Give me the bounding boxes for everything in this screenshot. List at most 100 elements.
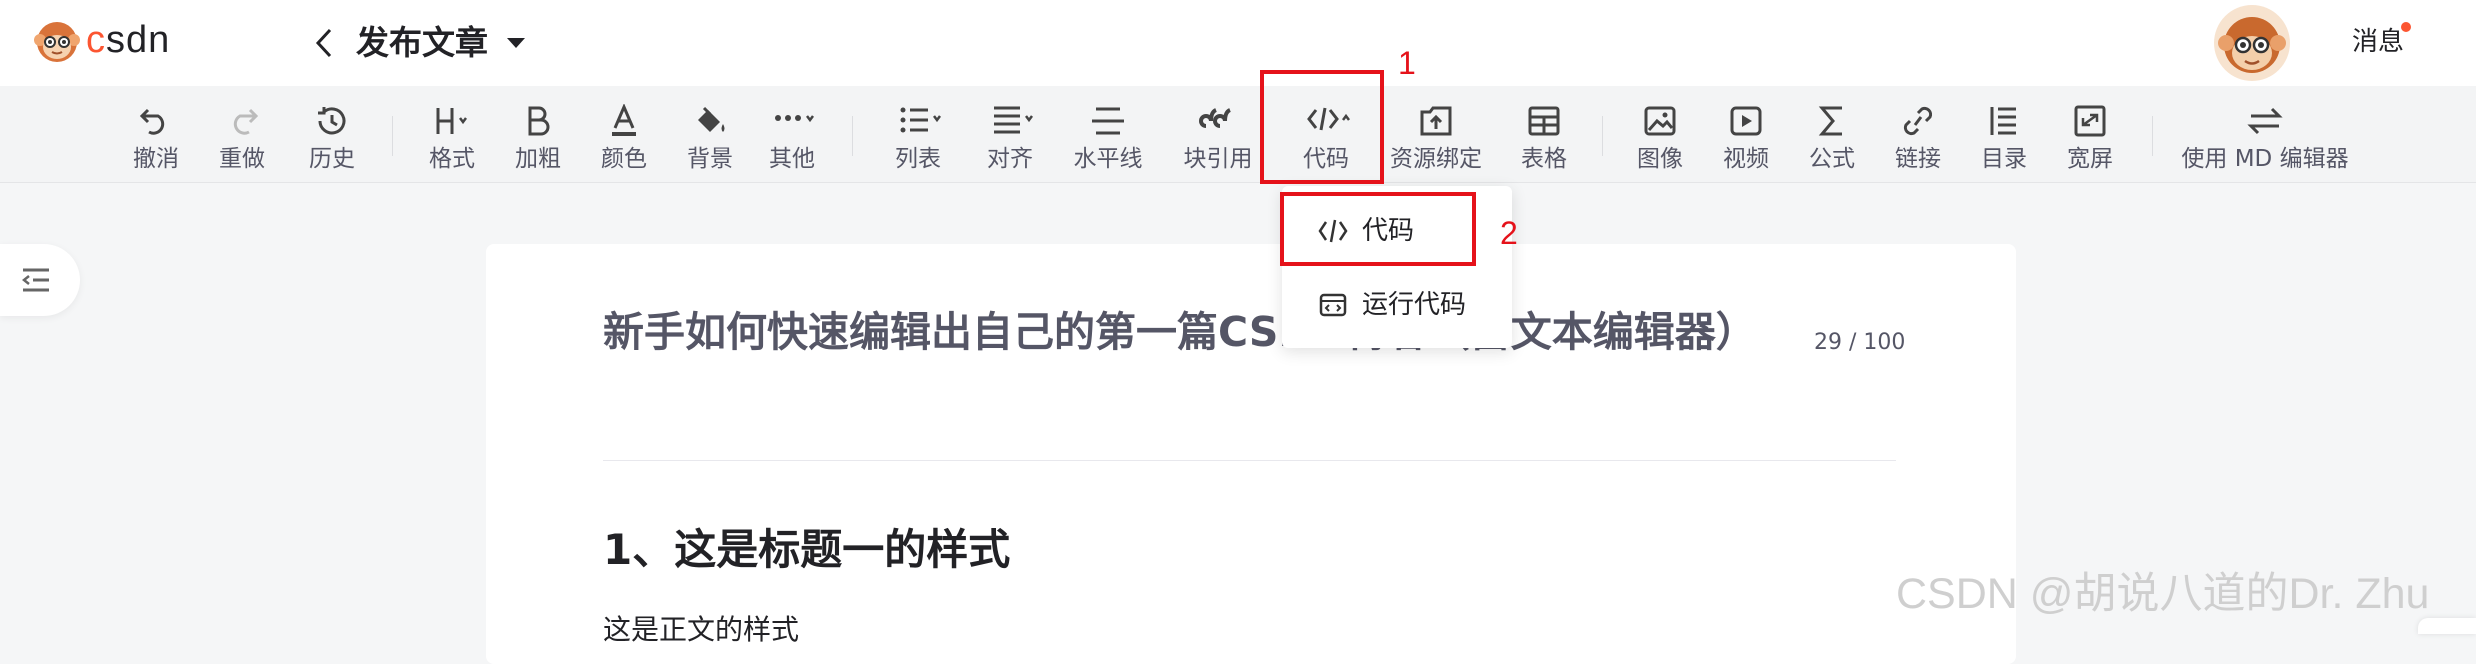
top-header: csdn 发布文章 消息 (0, 0, 2476, 86)
list-icon (898, 104, 941, 138)
quote-icon (1198, 104, 1238, 138)
logo-text: csdn (86, 19, 171, 61)
editor-card: 新手如何快速编辑出自己的第一篇CSDN博客（富文本编辑器） 29 / 100 1… (486, 244, 2016, 664)
widescreen-icon (2070, 104, 2110, 138)
code-icon (1318, 218, 1348, 244)
formula-button[interactable]: 公式 (1802, 94, 1862, 176)
undo-button[interactable]: 撤消 (126, 94, 186, 176)
csdn-logo[interactable]: csdn (34, 18, 194, 64)
more-button[interactable]: 其他 (762, 94, 822, 176)
page-title: 发布文章 (356, 23, 488, 62)
horizontal-line-button[interactable]: 水平线 (1068, 94, 1148, 176)
dropdown-item-code-label: 代码 (1362, 216, 1415, 246)
dropdown-item-code[interactable]: 代码 (1282, 198, 1512, 264)
dropdown-item-run-code[interactable]: 运行代码 (1282, 272, 1512, 338)
message-notification-dot (2401, 22, 2411, 32)
more-icon (772, 104, 814, 138)
list-label: 列表 (895, 146, 941, 172)
font-color-button[interactable]: 颜色 (594, 94, 654, 176)
resource-upload-icon (1416, 104, 1456, 138)
resource-bind-button[interactable]: 资源绑定 (1386, 94, 1486, 176)
title-dropdown-caret-icon[interactable] (507, 38, 525, 48)
watermark: CSDN @胡说八道的Dr. Zhu (1896, 570, 2430, 618)
editor-toolbar: 撤消 重做 历史 格式 加粗 颜色 背景 其他 列表 对齐 水平线 块引用 代码… (0, 86, 2476, 183)
back-icon[interactable] (312, 24, 336, 62)
image-button[interactable]: 图像 (1630, 94, 1690, 176)
switch-md-editor-button[interactable]: 使用 MD 编辑器 (2180, 94, 2350, 176)
title-divider (603, 460, 1896, 461)
background-color-button[interactable]: 背景 (680, 94, 740, 176)
widescreen-button[interactable]: 宽屏 (2060, 94, 2120, 176)
dropdown-item-run-code-label: 运行代码 (1362, 290, 1467, 320)
image-icon (1640, 104, 1680, 138)
align-button[interactable]: 对齐 (980, 94, 1040, 176)
history-icon (312, 104, 352, 138)
annotation-label-1: 1 (1398, 45, 1416, 81)
switch-md-editor-label: 使用 MD 编辑器 (2181, 146, 2349, 172)
content-heading-1[interactable]: 1、这是标题一的样式 (603, 520, 1010, 580)
heading-icon (432, 104, 472, 138)
toolbar-divider (2152, 116, 2153, 156)
redo-icon (222, 104, 262, 138)
image-label: 图像 (1637, 146, 1683, 172)
switch-arrows-icon (2245, 104, 2285, 138)
format-label: 格式 (429, 146, 475, 172)
widescreen-label: 宽屏 (2067, 146, 2113, 172)
logo-text-rest: sdn (106, 19, 171, 61)
link-button[interactable]: 链接 (1888, 94, 1948, 176)
code-dropdown-menu: 代码 运行代码 (1282, 186, 1512, 348)
user-avatar[interactable] (2214, 5, 2290, 81)
table-label: 表格 (1521, 146, 1567, 172)
table-icon (1524, 104, 1564, 138)
corner-widget[interactable] (2418, 618, 2476, 634)
run-code-icon (1318, 292, 1348, 318)
history-button[interactable]: 历史 (302, 94, 362, 176)
format-button[interactable]: 格式 (422, 94, 482, 176)
font-color-icon (604, 104, 644, 138)
font-color-label: 颜色 (601, 146, 647, 172)
video-button[interactable]: 视频 (1716, 94, 1776, 176)
align-label: 对齐 (987, 146, 1033, 172)
quote-button[interactable]: 块引用 (1180, 94, 1256, 176)
resource-bind-label: 资源绑定 (1390, 146, 1482, 172)
formula-label: 公式 (1809, 146, 1855, 172)
paint-bucket-icon (690, 104, 730, 138)
redo-button[interactable]: 重做 (212, 94, 272, 176)
toolbar-divider (852, 116, 853, 156)
sigma-icon (1812, 104, 1852, 138)
table-button[interactable]: 表格 (1514, 94, 1574, 176)
toc-label: 目录 (1981, 146, 2027, 172)
link-icon (1898, 104, 1938, 138)
outline-toggle-button[interactable] (0, 244, 80, 316)
code-label: 代码 (1303, 146, 1349, 172)
toc-icon (1984, 104, 2024, 138)
video-icon (1726, 104, 1766, 138)
monkey-logo-icon (34, 18, 80, 64)
messages-link[interactable]: 消息 (2352, 24, 2404, 60)
undo-label: 撤消 (133, 146, 179, 172)
code-button[interactable]: 代码 (1296, 94, 1356, 176)
list-button[interactable]: 列表 (888, 94, 948, 176)
code-icon (1306, 104, 1350, 138)
align-icon (990, 104, 1033, 138)
toolbar-divider (1602, 116, 1603, 156)
bold-button[interactable]: 加粗 (508, 94, 568, 176)
annotation-label-2: 2 (1500, 215, 1518, 251)
bold-label: 加粗 (515, 146, 561, 172)
toolbar-divider (392, 116, 393, 156)
link-label: 链接 (1895, 146, 1941, 172)
bold-icon (518, 104, 558, 138)
redo-label: 重做 (219, 146, 265, 172)
video-label: 视频 (1723, 146, 1769, 172)
undo-icon (136, 104, 176, 138)
title-char-counter: 29 / 100 (1814, 330, 1906, 355)
quote-label: 块引用 (1183, 146, 1253, 172)
horizontal-line-label: 水平线 (1073, 146, 1143, 172)
horizontal-line-icon (1088, 104, 1128, 138)
article-title-input[interactable]: 新手如何快速编辑出自己的第一篇CSDN博客（富文本编辑器） (603, 304, 1757, 360)
background-color-label: 背景 (687, 146, 733, 172)
history-label: 历史 (309, 146, 355, 172)
content-paragraph[interactable]: 这是正文的样式 (603, 610, 799, 650)
more-label: 其他 (769, 146, 815, 172)
toc-button[interactable]: 目录 (1974, 94, 2034, 176)
